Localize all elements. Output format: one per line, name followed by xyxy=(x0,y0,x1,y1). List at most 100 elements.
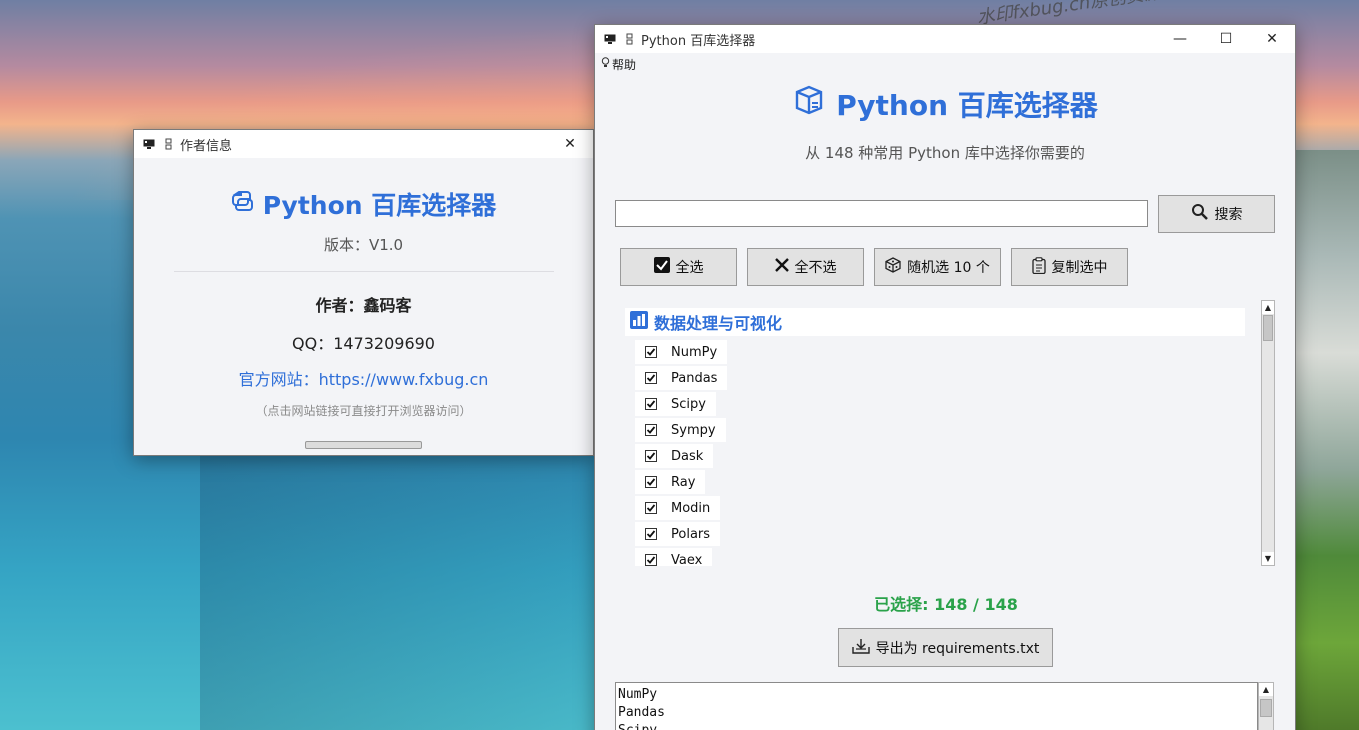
scroll-thumb[interactable] xyxy=(1263,315,1273,341)
library-name: Sympy xyxy=(671,422,716,438)
category-title: 数据处理与可视化 xyxy=(654,314,783,333)
website-link[interactable]: 官方网站：https://www.fxbug.cn xyxy=(134,366,593,390)
output-line: NumPy xyxy=(618,687,658,702)
select-all-label: 全选 xyxy=(675,260,704,276)
export-tray-icon xyxy=(851,638,870,658)
list-item[interactable]: Sympy xyxy=(635,417,727,443)
list-scrollbar[interactable]: ▲ ▼ xyxy=(1261,300,1275,566)
menu-help-label: 帮助 xyxy=(612,57,637,72)
search-input[interactable] xyxy=(615,200,1148,227)
checkbox-checked-icon[interactable] xyxy=(645,346,657,358)
list-item[interactable]: Pandas xyxy=(635,365,728,391)
list-item[interactable]: Dask xyxy=(635,443,727,469)
python-icon xyxy=(622,33,636,45)
app-icon xyxy=(603,33,617,45)
library-checkbox-row[interactable]: Vaex xyxy=(635,548,713,567)
export-button[interactable]: 导出为 requirements.txt xyxy=(838,628,1053,667)
about-heading: Python 百库选择器 xyxy=(134,186,593,222)
list-item[interactable]: Modin xyxy=(635,495,727,521)
close-icon[interactable]: ✕ xyxy=(1249,25,1295,53)
author-info-window: 作者信息 ✕ Python 百库选择器 版本：V1.0 作者：鑫码客 QQ：14… xyxy=(133,129,594,456)
python-icon xyxy=(231,189,255,219)
library-checkbox-row[interactable]: Sympy xyxy=(635,418,726,442)
about-title: Python 百库选择器 xyxy=(262,191,497,220)
checkbox-checked-icon[interactable] xyxy=(645,528,657,540)
library-checkbox-row[interactable]: Ray xyxy=(635,470,706,494)
toolbar: 全选 全不选 随机选 10 个 复制选中 xyxy=(620,248,1240,286)
library-name: NumPy xyxy=(671,344,718,360)
library-name: Vaex xyxy=(671,552,703,567)
output-textarea[interactable]: NumPy Pandas Scipy xyxy=(615,682,1258,730)
library-name: Scipy xyxy=(671,396,706,412)
search-row: 搜索 xyxy=(615,195,1275,233)
checkbox-checked-icon[interactable] xyxy=(645,502,657,514)
export-button-label: 导出为 requirements.txt xyxy=(875,640,1040,657)
list-item[interactable]: Vaex xyxy=(635,547,727,566)
close-bar-button[interactable] xyxy=(305,441,422,449)
checkbox-checked-icon[interactable] xyxy=(645,554,657,566)
search-button[interactable]: 搜索 xyxy=(1158,195,1275,233)
checkbox-checked-icon[interactable] xyxy=(645,398,657,410)
library-checkbox-row[interactable]: Dask xyxy=(635,444,714,468)
library-name: Pandas xyxy=(671,370,718,386)
copy-selected-label: 复制选中 xyxy=(1051,260,1108,276)
minimize-icon[interactable]: — xyxy=(1157,25,1203,53)
package-icon xyxy=(792,83,826,124)
library-checkbox-row[interactable]: Polars xyxy=(635,522,721,546)
bulb-icon xyxy=(601,57,610,71)
list-item[interactable]: NumPy xyxy=(635,339,728,365)
scroll-up-icon[interactable]: ▲ xyxy=(1259,683,1273,696)
library-items: NumPy Pandas Scipy Sympy Dask Ray Modin Polars V… xyxy=(635,339,728,566)
cross-icon xyxy=(774,258,789,276)
random-select-label: 随机选 10 个 xyxy=(907,260,990,276)
select-none-button[interactable]: 全不选 xyxy=(747,248,864,286)
close-icon[interactable]: ✕ xyxy=(547,130,593,158)
python-icon xyxy=(161,138,175,150)
divider xyxy=(173,271,554,272)
list-item[interactable]: Ray xyxy=(635,469,727,495)
checkbox-checked-icon[interactable] xyxy=(645,476,657,488)
list-item[interactable]: Polars xyxy=(635,521,727,547)
select-all-button[interactable]: 全选 xyxy=(620,248,737,286)
library-checkbox-row[interactable]: Modin xyxy=(635,496,721,520)
menu-bar: 帮助 xyxy=(595,53,1295,75)
checkbox-checked-icon[interactable] xyxy=(645,424,657,436)
scroll-down-icon[interactable]: ▼ xyxy=(1262,552,1274,565)
app-icon xyxy=(142,138,156,150)
scroll-thumb[interactable] xyxy=(1260,699,1272,717)
main-window-titlebar[interactable]: Python 百库选择器 — ☐ ✕ xyxy=(595,25,1295,53)
random-select-button[interactable]: 随机选 10 个 xyxy=(874,248,1001,286)
library-list[interactable]: 数据处理与可视化 NumPy Pandas Scipy Sympy Dask Ray Mod… xyxy=(615,300,1257,566)
checkbox-checked-icon[interactable] xyxy=(645,372,657,384)
select-none-label: 全不选 xyxy=(794,260,837,276)
version-label: 版本：V1.0 xyxy=(323,236,404,254)
dice-icon xyxy=(885,257,901,277)
scroll-up-icon[interactable]: ▲ xyxy=(1262,301,1274,314)
list-item[interactable]: Scipy xyxy=(635,391,727,417)
output-line: Pandas xyxy=(618,705,665,720)
main-window-title: Python 百库选择器 xyxy=(641,33,756,49)
clipboard-icon xyxy=(1031,256,1046,278)
library-name: Modin xyxy=(671,500,711,516)
author-window-titlebar[interactable]: 作者信息 ✕ xyxy=(134,130,593,158)
library-name: Ray xyxy=(671,474,696,490)
selected-count: 已选择: 148 / 148 xyxy=(874,595,1018,614)
maximize-icon[interactable]: ☐ xyxy=(1203,25,1249,53)
output-scrollbar[interactable]: ▲ ▼ xyxy=(1258,682,1274,730)
category-header: 数据处理与可视化 xyxy=(625,308,1245,336)
library-checkbox-row[interactable]: Pandas xyxy=(635,366,728,390)
main-title: Python 百库选择器 xyxy=(836,88,1098,122)
library-checkbox-row[interactable]: Scipy xyxy=(635,392,716,416)
menu-item-help[interactable]: 帮助 xyxy=(601,56,636,73)
magnifier-icon xyxy=(1191,203,1209,225)
checkbox-checked-icon[interactable] xyxy=(645,450,657,462)
library-name: Dask xyxy=(671,448,704,464)
qq-label: QQ：1473209690 xyxy=(292,334,435,353)
search-button-label: 搜索 xyxy=(1214,207,1243,223)
library-name: Polars xyxy=(671,526,711,542)
bar-chart-icon xyxy=(630,311,648,333)
main-heading: Python 百库选择器 xyxy=(595,83,1295,124)
checked-box-icon xyxy=(653,257,670,277)
copy-selected-button[interactable]: 复制选中 xyxy=(1011,248,1128,286)
library-checkbox-row[interactable]: NumPy xyxy=(635,340,728,364)
